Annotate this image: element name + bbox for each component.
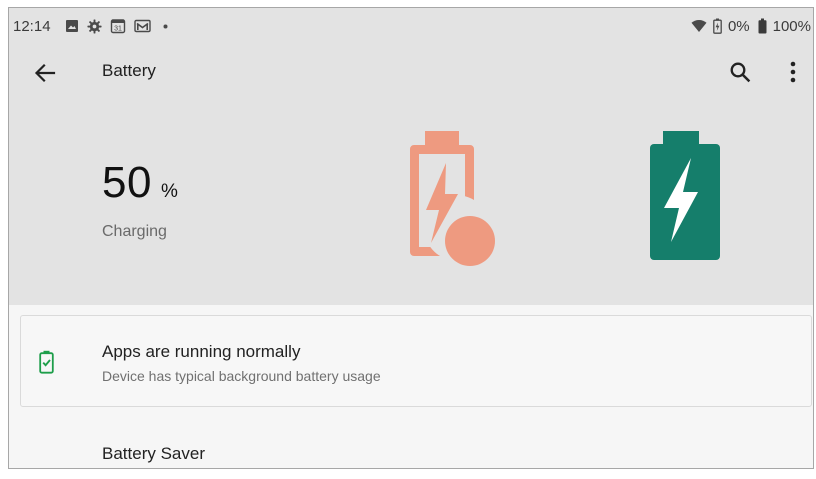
battery-header: 12:14 31 0% 100% Battery 50 % Charging [9,8,813,305]
more-vert-icon [790,61,796,83]
battery-icon [758,18,767,34]
status-bar: 12:14 31 0% 100% [9,8,813,44]
search-button[interactable] [725,57,755,87]
app-bar: Battery [9,44,813,100]
wifi-icon [691,19,707,33]
charging-status: Charging [102,223,167,240]
charging-percent: 0% [727,17,750,35]
more-options-button[interactable] [781,57,805,87]
screen: 12:14 31 0% 100% Battery 50 % Charging A… [8,7,814,469]
charging-battery-icon [713,18,722,34]
battery-level-value: 50 [102,158,152,207]
status-card-subtitle: Device has typical background battery us… [102,368,381,384]
battery-saver-item[interactable]: Battery Saver [9,426,813,468]
calendar-day: 31 [114,26,122,33]
photo-icon [65,19,79,33]
page-title: Battery [102,61,156,80]
arrow-back-icon [34,63,56,83]
battery-usage-status-card[interactable]: Apps are running normally Device has typ… [20,315,812,407]
battery-check-icon [39,350,54,374]
status-bar-left: 12:14 31 [13,8,168,44]
battery-percent: 100% [772,17,811,35]
battery-saver-label: Battery Saver [102,444,205,463]
battery-charging-illustration-icon [650,131,720,260]
dot-icon [163,24,168,29]
battery-restricted-illustration-icon [410,131,495,266]
battery-level-unit: % [160,181,178,202]
status-time: 12:14 [13,17,51,35]
calendar-icon: 31 [110,18,126,34]
battery-level: 50 % [102,158,178,208]
search-icon [730,62,751,83]
gmail-icon [133,19,151,33]
status-bar-right: 0% 100% [691,8,811,44]
settings-gear-icon [87,18,102,34]
back-button[interactable] [29,58,61,88]
status-card-title: Apps are running normally [102,342,301,361]
